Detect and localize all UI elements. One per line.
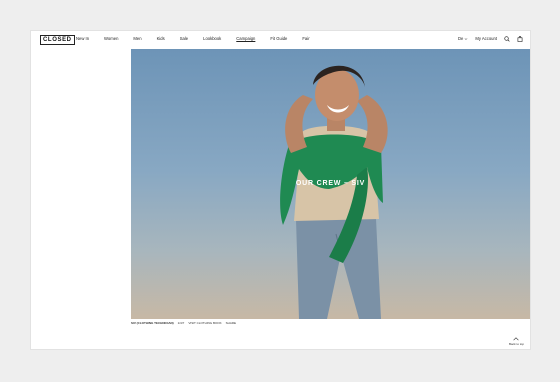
menu-item-sale[interactable]: Sale bbox=[180, 35, 188, 43]
menu-item-new-in[interactable]: New In bbox=[76, 35, 89, 43]
browser-page: CLOSED New In Women Men Kids Sale Lookbo… bbox=[31, 31, 530, 349]
menu-item-fair[interactable]: Fair bbox=[302, 35, 309, 43]
caption-counter: 1/4/7 bbox=[177, 321, 185, 325]
menu-item-fit-guide[interactable]: Fit Guide bbox=[270, 35, 287, 43]
menu-bar: New In Women Men Kids Sale Lookbook Camp… bbox=[76, 35, 310, 43]
caption-name: SIV (CLOTHING TECHNICIAN) bbox=[131, 321, 174, 325]
back-to-top-button[interactable]: Back to top bbox=[509, 337, 524, 346]
main-navigation: CLOSED New In Women Men Kids Sale Lookbo… bbox=[31, 31, 530, 48]
my-account-link[interactable]: My Account bbox=[475, 35, 497, 43]
image-caption: SIV (CLOTHING TECHNICIAN) 1/4/7 VISIT CL… bbox=[131, 321, 236, 325]
menu-item-women[interactable]: Women bbox=[104, 35, 118, 43]
menu-item-kids[interactable]: Kids bbox=[157, 35, 165, 43]
menu-item-campaign[interactable]: Campaign bbox=[236, 35, 255, 43]
language-label: De bbox=[457, 36, 464, 41]
back-to-top-label: Back to top bbox=[508, 342, 524, 346]
language-selector[interactable]: De bbox=[458, 35, 468, 43]
menu-item-lookbook[interactable]: Lookbook bbox=[203, 35, 221, 43]
brand-logo[interactable]: CLOSED bbox=[40, 35, 75, 45]
campaign-hero-image[interactable]: OUR CREW – SIV bbox=[131, 49, 530, 319]
share-link[interactable]: SHARE bbox=[226, 321, 236, 325]
visit-clothing-book-link[interactable]: VISIT CLOTHING BOOK bbox=[188, 321, 221, 325]
header-utilities: De My Account bbox=[458, 35, 523, 43]
search-icon[interactable] bbox=[504, 36, 510, 42]
menu-item-men[interactable]: Men bbox=[133, 35, 141, 43]
chevron-up-icon bbox=[513, 337, 520, 341]
chevron-down-icon bbox=[464, 38, 468, 40]
hero-title: OUR CREW – SIV bbox=[295, 180, 366, 187]
bag-icon[interactable] bbox=[517, 36, 523, 42]
